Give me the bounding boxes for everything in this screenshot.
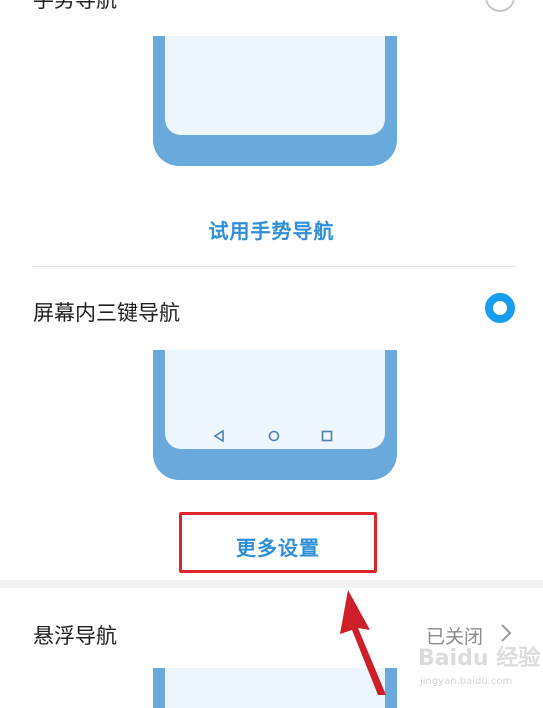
home-circle-icon [268, 430, 280, 442]
recent-square-icon [321, 430, 333, 442]
gesture-nav-radio[interactable] [485, 0, 515, 12]
watermark: Baidu 经验 [418, 640, 540, 672]
floating-nav-title: 悬浮导航 [33, 624, 117, 648]
gesture-nav-illustration [153, 36, 397, 166]
three-key-nav-title: 屏幕内三键导航 [33, 301, 180, 325]
three-key-nav-radio[interactable] [485, 293, 515, 323]
back-triangle-icon [213, 430, 224, 442]
watermark-text: Baidu 经验 [418, 646, 541, 671]
three-key-nav-illustration [153, 350, 397, 480]
divider [33, 266, 517, 267]
watermark-url: jingyan.baidu.com [420, 676, 513, 687]
annotation-arrow-icon [340, 590, 386, 695]
section-separator [0, 580, 543, 588]
try-gesture-nav-link[interactable]: 试用手势导航 [0, 215, 543, 244]
highlight-box [179, 512, 377, 573]
gesture-nav-title: 手势导航 [33, 0, 117, 12]
